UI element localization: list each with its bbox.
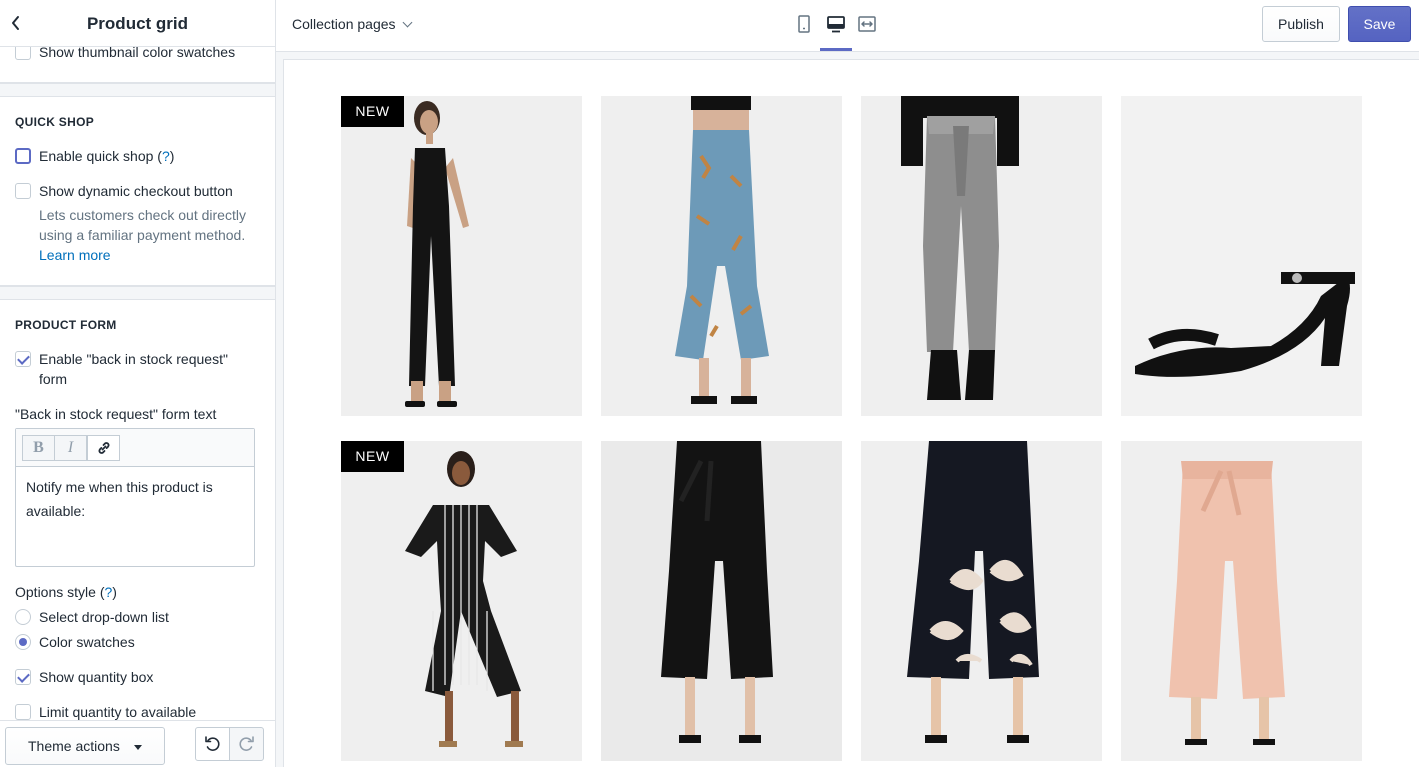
mobile-view-button[interactable] xyxy=(792,12,816,36)
product-image xyxy=(1169,461,1285,745)
theme-actions-button[interactable]: Theme actions xyxy=(5,727,165,765)
editor-content[interactable]: Notify me when this product is available… xyxy=(26,475,246,523)
active-device-indicator xyxy=(820,48,852,51)
sidebar-title: Product grid xyxy=(86,14,189,33)
redo-button[interactable] xyxy=(229,727,264,761)
back-in-stock-label-line1: Enable "back in stock request" xyxy=(39,351,228,367)
quick-shop-help-link[interactable]: ? xyxy=(162,148,170,164)
undo-button[interactable] xyxy=(195,727,230,761)
product-image xyxy=(675,96,769,404)
product-card[interactable]: NEW xyxy=(341,441,582,761)
section-gap xyxy=(0,83,275,97)
sidebar-header: Product grid xyxy=(0,0,275,47)
italic-button[interactable]: I xyxy=(54,435,87,461)
bold-button[interactable]: B xyxy=(22,435,55,461)
link-button[interactable] xyxy=(87,435,120,461)
publish-button[interactable]: Publish xyxy=(1262,6,1340,42)
desktop-view-button[interactable] xyxy=(824,12,848,36)
show-quantity-label: Show quantity box xyxy=(39,669,154,685)
theme-sidebar: Show thumbnail color swatches QUICK SHOP… xyxy=(0,0,276,767)
back-in-stock-label-line2: form xyxy=(39,371,67,387)
product-card[interactable] xyxy=(861,441,1102,761)
form-text-label: "Back in stock request" form text xyxy=(15,406,217,422)
desktop-icon xyxy=(827,16,845,33)
new-badge: NEW xyxy=(341,441,404,472)
editor-toolbar: B I xyxy=(16,429,254,467)
limit-quantity-checkbox[interactable] xyxy=(15,704,31,720)
limit-quantity-label: Limit quantity to available xyxy=(39,704,197,720)
product-card[interactable] xyxy=(1121,441,1362,761)
editor-topbar: Collection pages Publish Save xyxy=(276,0,1419,52)
dynamic-checkout-checkbox[interactable] xyxy=(15,183,31,199)
product-image xyxy=(1135,272,1355,377)
redo-icon xyxy=(239,736,254,751)
product-image xyxy=(901,96,1019,400)
theme-actions-label: Theme actions xyxy=(28,738,120,754)
back-in-stock-checkbox[interactable] xyxy=(15,351,31,367)
quick-shop-heading: QUICK SHOP xyxy=(15,115,95,129)
product-image xyxy=(405,101,469,407)
product-card[interactable] xyxy=(861,96,1102,416)
section-gap xyxy=(0,286,275,300)
chevron-down-icon xyxy=(402,17,412,28)
product-card[interactable]: NEW xyxy=(341,96,582,416)
product-form-heading: PRODUCT FORM xyxy=(15,318,117,332)
full-width-view-button[interactable] xyxy=(855,12,879,36)
swatches-option-radio[interactable] xyxy=(15,634,31,650)
undo-icon xyxy=(205,736,220,751)
new-badge: NEW xyxy=(341,96,404,127)
dynamic-checkout-help: Lets customers check out directly using … xyxy=(39,207,246,263)
options-style-label: Options style (?) xyxy=(15,584,117,600)
swatches-option-label: Color swatches xyxy=(39,634,135,650)
show-quantity-checkbox[interactable] xyxy=(15,669,31,685)
link-icon xyxy=(98,442,109,454)
save-button[interactable]: Save xyxy=(1348,6,1411,42)
product-image xyxy=(661,441,773,743)
product-card[interactable] xyxy=(601,441,842,761)
page-type-select-value: Collection pages xyxy=(292,16,396,32)
mobile-icon xyxy=(798,15,810,33)
dropdown-option-radio[interactable] xyxy=(15,609,31,625)
product-image xyxy=(907,441,1039,743)
caret-down-icon xyxy=(134,745,142,750)
sidebar-settings-scroll[interactable]: Show thumbnail color swatches QUICK SHOP… xyxy=(0,0,275,720)
page-type-select[interactable]: Collection pages xyxy=(292,14,412,34)
storefront-preview[interactable]: NEW NEW xyxy=(284,60,1419,767)
expand-horizontal-icon xyxy=(858,16,876,32)
product-card[interactable] xyxy=(1121,96,1362,416)
learn-more-link[interactable]: Learn more xyxy=(39,247,111,263)
form-text-editor[interactable]: B I Notify me when this product is avail… xyxy=(15,428,255,567)
dropdown-option-label: Select drop-down list xyxy=(39,609,169,625)
enable-quick-shop-label: Enable quick shop (?) xyxy=(39,148,175,164)
product-image xyxy=(405,451,523,747)
sidebar-footer: Theme actions xyxy=(0,720,275,767)
dynamic-checkout-label: Show dynamic checkout button xyxy=(39,183,233,199)
product-card[interactable] xyxy=(601,96,842,416)
enable-quick-shop-checkbox[interactable] xyxy=(15,148,31,164)
